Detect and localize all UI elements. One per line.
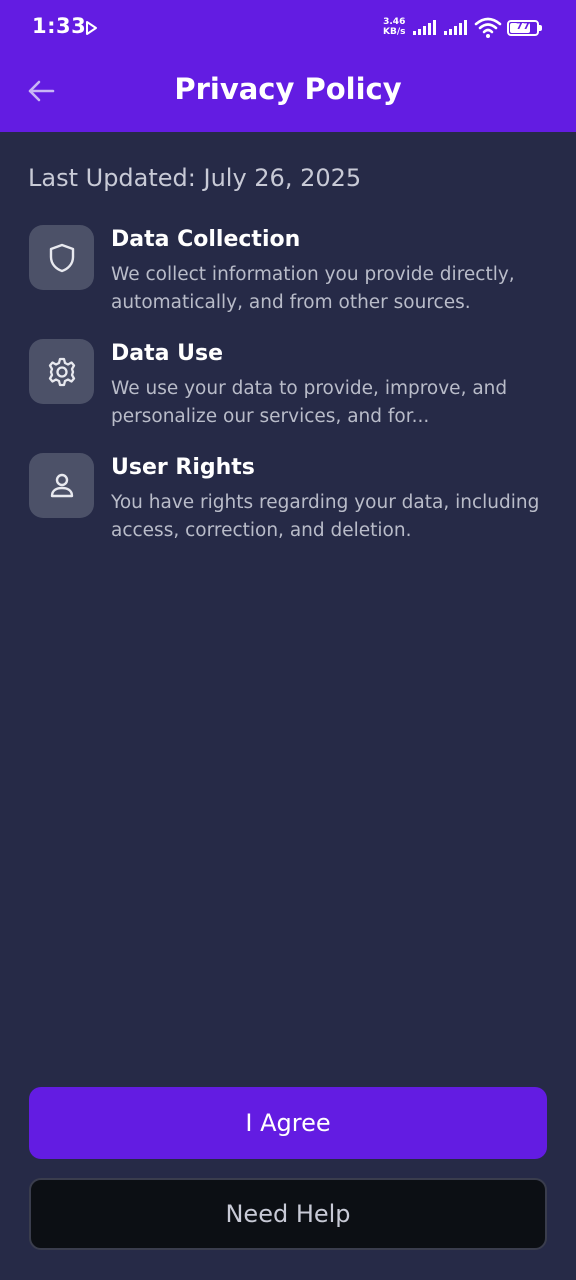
icon-tile <box>29 453 94 518</box>
gear-icon <box>48 357 75 386</box>
battery-level: 77 <box>516 21 530 32</box>
user-icon <box>50 473 73 497</box>
icon-tile <box>29 225 94 290</box>
item-title: User Rights <box>111 455 255 480</box>
play-icon <box>86 21 97 35</box>
net-speed-unit: KB/s <box>383 27 406 37</box>
need-help-button[interactable]: Need Help <box>29 1178 547 1250</box>
icon-tile <box>29 339 94 404</box>
agree-button[interactable]: I Agree <box>29 1087 547 1159</box>
shield-icon <box>49 243 74 272</box>
net-speed: 3.46 KB/s <box>383 17 405 37</box>
battery-icon: 77 <box>507 20 542 36</box>
battery-cap <box>539 25 542 31</box>
signal-icon <box>444 20 467 35</box>
status-time: 1:33 <box>32 14 87 38</box>
signal-icon <box>413 20 436 35</box>
item-title: Data Collection <box>111 227 301 252</box>
net-speed-value: 3.46 <box>383 17 406 27</box>
wifi-icon <box>474 17 502 38</box>
status-bar: 1:33 3.46 KB/s 77 <box>0 0 576 58</box>
item-description: We use your data to provide, improve, an… <box>111 378 508 427</box>
policy-item-user-rights: User Rights You have rights regarding yo… <box>29 453 549 553</box>
app-header: 1:33 3.46 KB/s 77 Privacy Policy <box>0 0 576 132</box>
policy-item-data-use: Data Use We use your data to provide, im… <box>29 339 549 439</box>
page-title: Privacy Policy <box>174 72 402 106</box>
item-title: Data Use <box>111 341 224 366</box>
policy-item-data-collection: Data Collection We collect information y… <box>29 225 549 325</box>
item-description: You have rights regarding your data, inc… <box>111 492 540 541</box>
item-description: We collect information you provide direc… <box>111 264 515 313</box>
last-updated: Last Updated: July 26, 2025 <box>28 164 362 192</box>
